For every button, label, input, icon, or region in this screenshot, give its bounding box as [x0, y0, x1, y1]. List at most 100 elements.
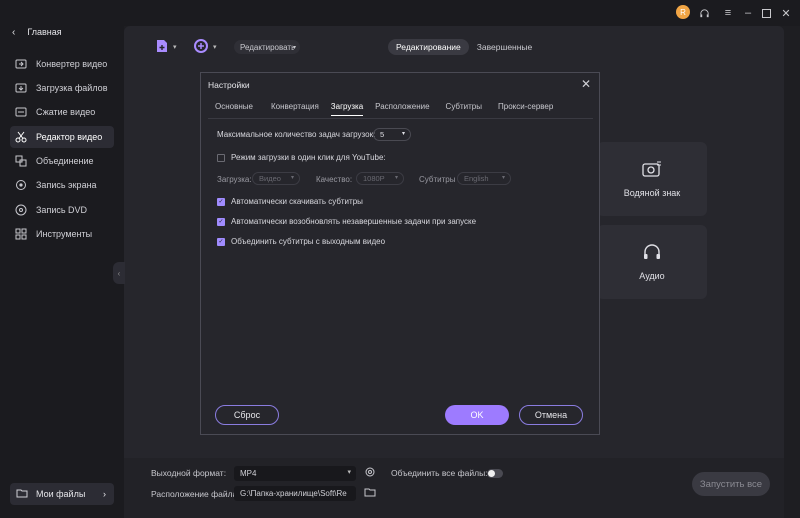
scissors-icon — [15, 131, 27, 143]
file-location-label: Расположение файла: — [151, 489, 240, 499]
my-files-button[interactable]: Мои файлы › — [10, 483, 114, 505]
settings-gear-icon[interactable] — [364, 466, 376, 481]
output-format-select[interactable]: MP4 ▾ — [234, 466, 356, 481]
subtitles-select[interactable]: English ▾ — [457, 172, 511, 185]
sidebar-item-merger[interactable]: Объединение — [10, 150, 114, 172]
chevron-down-icon: ▾ — [290, 175, 294, 181]
tab-editing[interactable]: Редактирование — [388, 39, 469, 55]
add-file-button[interactable]: ▾ — [154, 38, 177, 56]
one-click-checkbox[interactable] — [217, 153, 225, 162]
my-files-label: Мои файлы — [36, 489, 86, 499]
auto-resume-row[interactable]: ✓ Автоматически возобновлять незавершенн… — [217, 217, 476, 226]
tools-icon — [15, 228, 27, 240]
sidebar-item-editor[interactable]: Редактор видео — [10, 126, 114, 148]
sidebar-item-tools[interactable]: Инструменты — [10, 223, 114, 245]
tab-location[interactable]: Расположение — [375, 102, 429, 116]
add-media-button[interactable]: ▾ — [194, 38, 217, 56]
chevron-down-icon: ▾ — [173, 44, 177, 51]
one-click-row[interactable]: Режим загрузки в один клик для YouTube: — [217, 153, 386, 162]
bottom-bar: Выходной формат: MP4 ▾ Объединить все фа… — [124, 458, 784, 518]
settings-tabs: Основные Конвертация Загрузка Расположен… — [215, 102, 553, 116]
tabs-divider — [208, 118, 593, 119]
home-label: Главная — [27, 27, 62, 37]
one-click-label: Режим загрузки в один клик для YouTube: — [231, 153, 386, 162]
max-tasks-value: 5 — [380, 130, 385, 139]
watermark-icon — [642, 160, 662, 180]
dvd-icon — [15, 204, 27, 216]
sidebar-item-label: Сжатие видео — [36, 107, 96, 117]
download-type-value: Видео — [259, 174, 281, 183]
reset-button[interactable]: Сброс — [215, 405, 279, 425]
sidebar-item-downloader[interactable]: Загрузка файлов — [10, 77, 114, 99]
sidebar-item-label: Объединение — [36, 156, 94, 166]
sidebar-item-dvd[interactable]: Запись DVD — [10, 199, 114, 221]
sidebar-item-label: Редактор видео — [36, 132, 103, 142]
tab-download[interactable]: Загрузка — [330, 102, 364, 116]
sidebar-item-compressor[interactable]: Сжатие видео — [10, 101, 114, 123]
quality-label: Качество: — [316, 175, 353, 184]
video-convert-icon — [15, 58, 27, 70]
tab-conversion[interactable]: Конвертация — [271, 102, 319, 116]
sidebar-item-converter[interactable]: Конвертер видео — [10, 53, 114, 75]
watermark-tile[interactable]: Водяной знак — [597, 142, 707, 216]
download-type-select[interactable]: Видео ▾ — [252, 172, 300, 185]
close-icon[interactable]: ✕ — [778, 5, 794, 21]
close-icon[interactable]: ✕ — [581, 77, 591, 91]
auto-subs-label: Автоматически скачивать субтитры — [231, 197, 363, 206]
file-location-value: G:\Папка-хранилище\Soft\Re — [240, 489, 347, 498]
sidebar-item-label: Инструменты — [36, 229, 93, 239]
merge-subs-checkbox[interactable]: ✓ — [217, 237, 225, 246]
merge-all-toggle[interactable] — [487, 469, 503, 478]
compress-icon — [15, 106, 27, 118]
home-link[interactable]: ‹ Главная — [12, 24, 62, 40]
folder-icon[interactable] — [364, 487, 376, 500]
edit-dropdown-label: Редактировать — [240, 42, 294, 52]
headset-icon[interactable] — [696, 5, 712, 21]
start-all-button[interactable]: Запустить все — [692, 472, 770, 496]
screen-record-icon — [15, 179, 27, 191]
file-location-select[interactable]: G:\Папка-хранилище\Soft\Re — [234, 486, 356, 501]
chevron-down-icon: ▾ — [213, 44, 217, 51]
sidebar-collapse-toggle[interactable]: ‹ — [113, 262, 125, 284]
avatar[interactable]: R — [676, 5, 690, 19]
output-format-label: Выходной формат: — [151, 468, 227, 478]
sidebar-item-label: Запись DVD — [36, 205, 88, 215]
menu-icon[interactable]: ≡ — [720, 5, 736, 21]
sidebar-item-screen-recorder[interactable]: Запись экрана — [10, 174, 114, 196]
auto-resume-label: Автоматически возобновлять незавершенные… — [231, 217, 477, 226]
view-tabs: Редактирование Завершенные — [388, 39, 540, 55]
merge-icon — [15, 155, 27, 167]
sidebar-item-label: Загрузка файлов — [36, 83, 108, 93]
subtitles-label: Субтитры — [419, 175, 456, 184]
download-type-label: Загрузка: — [217, 175, 252, 184]
chevron-down-icon: ▾ — [401, 131, 405, 137]
max-tasks-row: Максимальное количество задач загрузок: — [217, 130, 375, 139]
chevron-down-icon: ▾ — [501, 175, 505, 181]
max-tasks-select[interactable]: 5 ▾ — [373, 128, 411, 141]
sidebar: ‹ Главная Конвертер видео Загрузка файло… — [0, 0, 124, 518]
output-format-value: MP4 — [240, 469, 257, 478]
subtitles-value: English — [464, 174, 489, 183]
maximize-icon[interactable] — [758, 5, 774, 21]
quality-select[interactable]: 1080P ▾ — [356, 172, 404, 185]
tab-general[interactable]: Основные — [215, 102, 253, 116]
headphones-icon — [642, 243, 662, 263]
minimize-icon[interactable]: – — [740, 5, 756, 21]
edit-dropdown[interactable]: Редактировать ▾ — [234, 40, 300, 54]
download-icon — [15, 82, 27, 94]
tab-subtitles[interactable]: Субтитры — [446, 102, 482, 116]
chevron-left-icon: ‹ — [12, 26, 16, 38]
auto-resume-checkbox[interactable]: ✓ — [217, 217, 225, 226]
cancel-button[interactable]: Отмена — [519, 405, 583, 425]
audio-tile[interactable]: Аудио — [597, 225, 707, 299]
tab-finished[interactable]: Завершенные — [469, 39, 541, 55]
merge-subs-row[interactable]: ✓ Объединить субтитры с выходным видео — [217, 237, 385, 246]
quality-value: 1080P — [363, 174, 385, 183]
auto-subs-checkbox[interactable]: ✓ — [217, 197, 225, 206]
merge-subs-label: Объединить субтитры с выходным видео — [231, 237, 386, 246]
title-bar: R ≡ – ✕ — [124, 0, 800, 26]
auto-subs-row[interactable]: ✓ Автоматически скачивать субтитры — [217, 197, 363, 206]
chevron-down-icon: ▾ — [394, 175, 398, 181]
tab-proxy[interactable]: Прокси-сервер — [498, 102, 553, 116]
ok-button[interactable]: OK — [445, 405, 509, 425]
